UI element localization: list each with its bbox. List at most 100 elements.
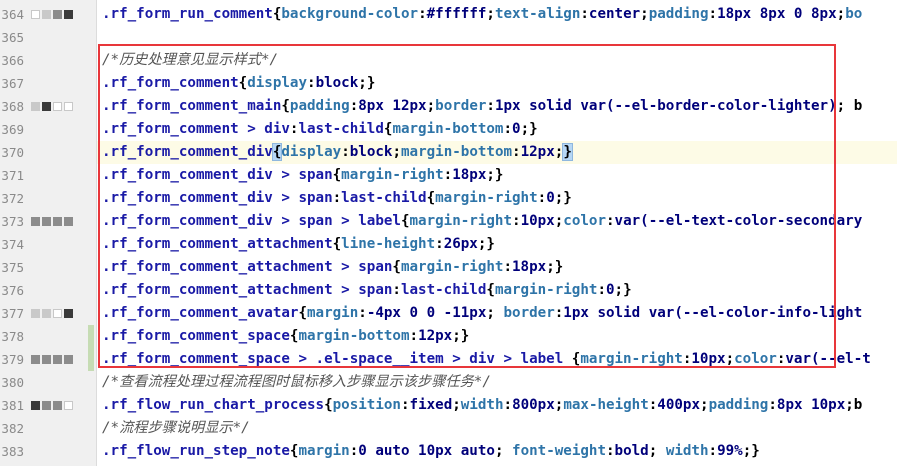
- code-text[interactable]: .rf_form_comment_div > span{margin-right…: [97, 164, 897, 187]
- code-line[interactable]: 371 .rf_form_comment_div > span{margin-ri…: [0, 164, 897, 187]
- code-token: :: [554, 305, 564, 321]
- line-number: 368: [1, 99, 24, 114]
- code-token: {: [324, 397, 333, 413]
- code-token: /*查看流程处理过程流程图时鼠标移入步骤显示该步骤任务*/: [102, 374, 491, 390]
- line-number: 378: [1, 329, 24, 344]
- code-token: 12px: [418, 328, 453, 344]
- code-token: color: [734, 351, 777, 367]
- code-line[interactable]: 381 .rf_flow_run_chart_process{position:f…: [0, 394, 897, 417]
- code-line[interactable]: 374 .rf_form_comment_attachment{line-heig…: [0, 233, 897, 256]
- code-token: last-child: [341, 190, 427, 206]
- code-text[interactable]: .rf_form_comment > div:last-child{margin…: [97, 118, 897, 141]
- code-token: :: [648, 397, 658, 413]
- code-text[interactable]: .rf_form_comment{display:block;}: [97, 72, 897, 95]
- code-text[interactable]: .rf_form_run_comment{background-color:#f…: [97, 3, 897, 26]
- code-token: 10px: [691, 351, 726, 367]
- code-token: line-height: [341, 236, 436, 252]
- code-text[interactable]: .rf_form_comment_main{padding:8px 12px;b…: [97, 95, 897, 118]
- code-token: width: [460, 397, 504, 413]
- code-token: 1px: [494, 98, 521, 114]
- code-line[interactable]: 380 /*查看流程处理过程流程图时鼠标移入步骤显示该步骤任务*/: [0, 371, 897, 394]
- code-token: {: [238, 75, 248, 91]
- code-line[interactable]: 364 .rf_form_run_comment{background-color…: [0, 3, 897, 26]
- code-token: .rf_flow_run_chart_process: [102, 397, 325, 413]
- code-line[interactable]: 377 .rf_form_comment_avatar{margin:-4px 0…: [0, 302, 897, 325]
- code-text[interactable]: .rf_form_comment_space{margin-bottom:12p…: [97, 325, 897, 348]
- code-line[interactable]: 376 .rf_form_comment_attachment > span:la…: [0, 279, 897, 302]
- code-token: :: [606, 213, 615, 229]
- code-line[interactable]: 383 .rf_flow_run_step_note{margin:0 auto …: [0, 440, 897, 463]
- code-text[interactable]: .rf_form_comment_attachment{line-height:…: [97, 233, 897, 256]
- code-token: {: [332, 236, 342, 252]
- code-token: margin-right: [580, 351, 683, 367]
- line-number: 381: [1, 398, 24, 413]
- code-token: display: [247, 75, 308, 91]
- code-token: margin: [307, 305, 359, 321]
- line-number: 369: [1, 122, 24, 137]
- code-token: :: [537, 190, 547, 206]
- code-text[interactable]: .rf_form_comment_div{display:block;margi…: [97, 141, 897, 164]
- code-token: ;: [426, 98, 436, 114]
- code-token: ;: [486, 305, 504, 321]
- code-token: width: [665, 443, 709, 459]
- code-text[interactable]: .rf_flow_run_step_note{margin:0 auto 10p…: [97, 440, 897, 463]
- code-token: border: [435, 98, 487, 114]
- marker-square-icon: [64, 102, 73, 111]
- code-text[interactable]: /*查看流程处理过程流程图时鼠标移入步骤显示该步骤任务*/: [97, 371, 897, 394]
- line-number: 371: [1, 168, 24, 183]
- code-line[interactable]: 373 .rf_form_comment_div > span > label{m…: [0, 210, 897, 233]
- line-markers: [31, 217, 73, 226]
- code-text[interactable]: .rf_form_comment_space > .el-space__item…: [97, 348, 897, 371]
- code-text[interactable]: .rf_form_comment_div > span > label{marg…: [97, 210, 897, 233]
- code-text[interactable]: /*流程步骤说明显示*/: [97, 417, 897, 440]
- line-markers: [31, 401, 73, 410]
- code-line[interactable]: 379 .rf_form_comment_space > .el-space__i…: [0, 348, 897, 371]
- code-line[interactable]: 367 .rf_form_comment{display:block;}: [0, 72, 897, 95]
- code-token: ;: [725, 351, 735, 367]
- code-token: #ffffff: [426, 6, 487, 22]
- code-line[interactable]: 366 /*历史处理意见显示样式*/: [0, 49, 897, 72]
- code-token: {: [426, 190, 436, 206]
- code-token: 0: [512, 121, 521, 137]
- code-token: .rf_form_comment_div > span: [102, 190, 333, 206]
- code-token: center: [588, 6, 641, 22]
- code-text[interactable]: .rf_form_comment_div > span:last-child{m…: [97, 187, 897, 210]
- code-token: ;}: [520, 121, 538, 137]
- change-indicator: [88, 348, 94, 371]
- code-line[interactable]: 370 .rf_form_comment_div{display:block;ma…: [0, 141, 897, 164]
- code-token: padding: [648, 6, 709, 22]
- code-text[interactable]: .rf_form_comment_attachment > span:last-…: [97, 279, 897, 302]
- code-line[interactable]: 368 .rf_form_comment_main{padding:8px 12p…: [0, 95, 897, 118]
- code-line[interactable]: 382 /*流程步骤说明显示*/: [0, 417, 897, 440]
- code-text[interactable]: .rf_form_comment_avatar{margin:-4px 0 0 …: [97, 302, 897, 325]
- code-token: :: [708, 6, 718, 22]
- code-token: :: [409, 328, 419, 344]
- code-token: ;: [392, 144, 401, 160]
- marker-square-icon: [64, 355, 73, 364]
- line-number: 377: [1, 306, 24, 321]
- code-line[interactable]: 369 .rf_form_comment > div:last-child{mar…: [0, 118, 897, 141]
- code-text[interactable]: .rf_flow_run_chart_process{position:fixe…: [97, 394, 897, 417]
- code-token: /*历史处理意见显示样式*/: [102, 52, 279, 68]
- code-text[interactable]: .rf_form_comment_attachment > span{margi…: [97, 256, 897, 279]
- code-token: -4px 0 0 -11px: [366, 305, 487, 321]
- code-line[interactable]: 372 .rf_form_comment_div > span:last-chil…: [0, 187, 897, 210]
- code-token: :: [708, 443, 718, 459]
- code-token: ;}: [486, 167, 504, 183]
- code-token: :: [349, 443, 359, 459]
- code-token: :: [580, 6, 589, 22]
- code-text[interactable]: [97, 26, 897, 49]
- code-token: padding: [289, 98, 350, 114]
- code-token: ;: [486, 6, 495, 22]
- code-token: border: [503, 305, 555, 321]
- code-text[interactable]: /*历史处理意见显示样式*/: [97, 49, 897, 72]
- code-line[interactable]: 365: [0, 26, 897, 49]
- code-token: 12px: [520, 144, 555, 160]
- code-token: 26px: [443, 236, 478, 252]
- code-token: :: [606, 443, 615, 459]
- line-markers: [31, 309, 73, 318]
- line-number: 366: [1, 53, 24, 68]
- line-markers: [31, 10, 73, 19]
- code-line[interactable]: 375 .rf_form_comment_attachment > span{ma…: [0, 256, 897, 279]
- code-line[interactable]: 378 .rf_form_comment_space{margin-bottom:…: [0, 325, 897, 348]
